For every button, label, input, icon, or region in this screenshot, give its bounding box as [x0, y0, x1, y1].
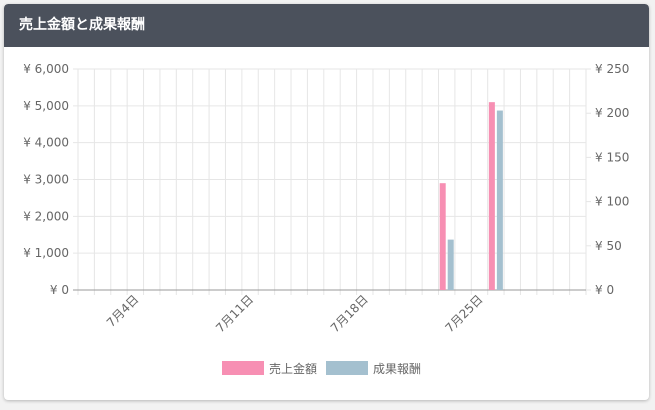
y-left-tick-label: ¥ 0 — [50, 283, 69, 297]
bar-reward — [496, 110, 503, 290]
y-right-tick-label: ¥ 50 — [595, 239, 622, 253]
x-tick-label: 7月18日 — [328, 292, 371, 335]
y-left-tick-label: ¥ 4,000 — [23, 136, 69, 150]
chart-card: 売上金額と成果報酬 ¥ 0 ¥ 1,000 ¥ 2,000 ¥ 3,000 ¥ 4,00… — [4, 4, 649, 400]
bar-sales — [439, 183, 446, 290]
sales-reward-chart: ¥ 0 ¥ 1,000 ¥ 2,000 ¥ 3,000 ¥ 4,000 ¥ 5,000 ¥ … — [23, 62, 629, 376]
y-left-tick-label: ¥ 2,000 — [23, 209, 69, 223]
y-left-tick-label: ¥ 1,000 — [23, 246, 69, 260]
x-tick-label: 7月4日 — [104, 292, 142, 330]
x-tick-label: 7月11日 — [213, 292, 256, 335]
bar-sales — [488, 102, 495, 291]
bar-reward — [447, 239, 454, 290]
legend-label: 売上金額 — [269, 361, 317, 376]
y-left-tick-label: ¥ 6,000 — [23, 62, 69, 76]
x-tick-label: 7月25日 — [443, 292, 486, 335]
y-right-tick-label: ¥ 150 — [595, 150, 629, 164]
legend-swatch — [222, 361, 264, 375]
y-left-tick-label: ¥ 5,000 — [23, 99, 69, 113]
y-right-tick-label: ¥ 250 — [595, 62, 629, 76]
y-left-tick-label: ¥ 3,000 — [23, 173, 69, 187]
y-right-tick-label: ¥ 100 — [595, 195, 629, 209]
y-right-tick-label: ¥ 200 — [595, 106, 629, 120]
y-right-tick-label: ¥ 0 — [595, 283, 614, 297]
legend-swatch — [326, 361, 368, 375]
legend-label: 成果報酬 — [373, 362, 421, 376]
